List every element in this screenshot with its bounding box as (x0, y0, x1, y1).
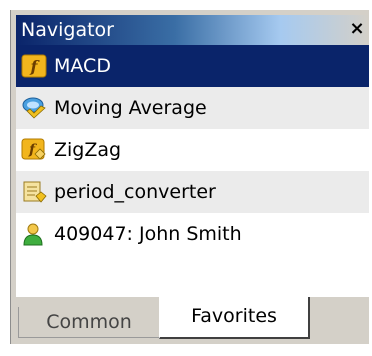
titlebar: Navigator × (16, 15, 369, 45)
item-label: Moving Average (54, 97, 207, 119)
list-item-zigzag[interactable]: f ZigZag (16, 129, 369, 171)
list-item-macd[interactable]: f MACD (16, 45, 369, 87)
item-label: MACD (54, 55, 111, 77)
item-label: ZigZag (54, 139, 122, 161)
list-item-moving-average[interactable]: Moving Average (16, 87, 369, 129)
script-icon (23, 181, 47, 203)
window-title: Navigator (21, 19, 114, 41)
function-icon: f (21, 54, 47, 78)
item-label: 409047: John Smith (54, 223, 242, 245)
navigator-list: f MACD Moving Average f ZigZag period_co… (16, 45, 369, 297)
list-item-period-converter[interactable]: period_converter (16, 171, 369, 213)
custom-indicator-icon: f (21, 138, 46, 160)
tab-bar: Common Favorites (16, 297, 369, 344)
list-item-account[interactable]: 409047: John Smith (16, 213, 369, 255)
tab-common[interactable]: Common (18, 307, 160, 338)
account-icon (23, 223, 43, 246)
indicator-icon (22, 97, 46, 119)
tab-favorites[interactable]: Favorites (159, 297, 310, 339)
close-button[interactable]: × (347, 18, 367, 40)
item-label: period_converter (54, 181, 216, 203)
navigator-panel: Navigator × f MACD Moving Average f ZigZ… (10, 10, 369, 344)
